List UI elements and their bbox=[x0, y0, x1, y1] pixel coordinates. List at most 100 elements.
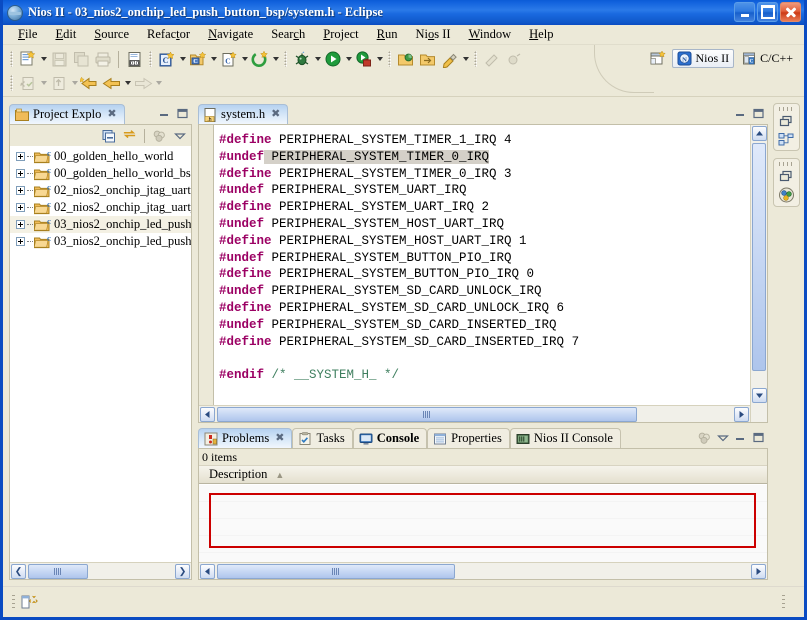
hscroll-thumb[interactable] bbox=[28, 564, 88, 579]
outline-view-icon[interactable] bbox=[778, 132, 795, 147]
problems-list[interactable] bbox=[199, 485, 767, 562]
drag-handle-dots[interactable] bbox=[779, 162, 794, 166]
drag-handle-dots[interactable] bbox=[779, 107, 794, 111]
new-wizard-dropdown[interactable] bbox=[39, 49, 48, 69]
open-element-dropdown[interactable] bbox=[209, 49, 218, 69]
expand-icon[interactable] bbox=[16, 152, 25, 161]
vscroll-thumb[interactable] bbox=[752, 143, 766, 371]
import-icon[interactable] bbox=[417, 49, 439, 70]
new-c-project-dropdown[interactable] bbox=[178, 49, 187, 69]
menu-search[interactable]: Search bbox=[262, 25, 314, 44]
maximize-icon[interactable] bbox=[751, 431, 766, 445]
menu-window[interactable]: Window bbox=[460, 25, 521, 44]
menu-navigate[interactable]: Navigate bbox=[199, 25, 262, 44]
status-bar-right-grip[interactable] bbox=[782, 594, 785, 610]
open-folder-icon[interactable] bbox=[395, 49, 417, 70]
problems-column-header[interactable]: Description ▲ bbox=[199, 465, 767, 484]
editor-text-area[interactable]: #define PERIPHERAL_SYSTEM_TIMER_1_IRQ 4 … bbox=[199, 125, 750, 405]
scroll-up-button[interactable] bbox=[752, 126, 767, 141]
editor-gutter[interactable] bbox=[199, 125, 214, 405]
view-menu-icon[interactable] bbox=[715, 431, 730, 445]
menu-file[interactable]: File bbox=[9, 25, 46, 44]
problems-hscrollbar[interactable] bbox=[199, 562, 767, 579]
tree-item-project[interactable]: C 02_nios2_onchip_jtag_uart bbox=[10, 182, 191, 199]
perspective-c-cpp[interactable]: C C/C++ bbox=[737, 49, 798, 68]
debug-icon[interactable] bbox=[291, 49, 313, 70]
new-wizard-icon[interactable] bbox=[17, 49, 39, 70]
perspective-nios-ii[interactable]: N Nios II bbox=[672, 49, 735, 68]
scroll-right-button[interactable] bbox=[734, 407, 749, 422]
close-button[interactable] bbox=[780, 2, 801, 22]
editor-vscrollbar[interactable] bbox=[750, 125, 767, 422]
restore-icon[interactable] bbox=[779, 170, 794, 183]
restore-icon[interactable] bbox=[779, 115, 794, 128]
build-dropdown[interactable] bbox=[271, 49, 280, 69]
tab-project-explorer[interactable]: Project Explo ✖ bbox=[9, 104, 125, 124]
expand-icon[interactable] bbox=[16, 203, 25, 212]
filter-icon[interactable] bbox=[152, 129, 167, 143]
scroll-right-button[interactable] bbox=[751, 564, 766, 579]
tab-problems[interactable]: Problems ✖ bbox=[198, 428, 293, 448]
scroll-down-button[interactable] bbox=[752, 388, 767, 403]
tree-item-project[interactable]: C 03_nios2_onchip_led_push_ bbox=[10, 216, 191, 233]
maximize-icon[interactable] bbox=[751, 107, 766, 121]
menu-help[interactable]: Help bbox=[520, 25, 562, 44]
toolbar-grip[interactable] bbox=[10, 51, 13, 67]
hscroll-thumb[interactable] bbox=[217, 407, 637, 422]
editor-source-code[interactable]: #define PERIPHERAL_SYSTEM_TIMER_1_IRQ 4 … bbox=[215, 125, 750, 405]
view-menu-icon[interactable] bbox=[172, 129, 187, 143]
open-perspective-icon[interactable] bbox=[647, 48, 669, 69]
minimize-icon[interactable] bbox=[157, 107, 172, 121]
maximize-button[interactable] bbox=[757, 2, 778, 22]
toolbar-grip[interactable] bbox=[284, 51, 287, 67]
link-with-editor-icon[interactable] bbox=[122, 129, 137, 143]
maximize-icon[interactable] bbox=[175, 107, 190, 121]
tab-system-h[interactable]: .h system.h ✖ bbox=[198, 104, 289, 124]
menu-source[interactable]: Source bbox=[85, 25, 138, 44]
new-c-file-icon[interactable]: C bbox=[218, 49, 240, 70]
toggle-binary-icon[interactable]: 010 bbox=[123, 49, 145, 70]
open-element-icon[interactable]: C bbox=[187, 49, 209, 70]
collapse-all-icon[interactable] bbox=[102, 129, 117, 143]
expand-icon[interactable] bbox=[16, 220, 25, 229]
back-icon[interactable] bbox=[101, 73, 123, 94]
editor-hscrollbar[interactable] bbox=[199, 405, 750, 422]
back-dropdown[interactable] bbox=[123, 73, 132, 93]
toolbar-grip[interactable] bbox=[10, 75, 13, 91]
menu-refactor[interactable]: Refactor bbox=[138, 25, 199, 44]
tree-item-project[interactable]: C 00_golden_hello_world bbox=[10, 148, 191, 165]
tab-console[interactable]: Console bbox=[352, 428, 428, 448]
tab-properties[interactable]: Properties bbox=[427, 428, 510, 448]
tab-tasks[interactable]: Tasks bbox=[292, 428, 353, 448]
minimize-button[interactable] bbox=[734, 2, 755, 22]
last-edit-location-icon[interactable] bbox=[79, 73, 101, 94]
project-explorer-tree[interactable]: C 00_golden_hello_world C bbox=[9, 146, 192, 580]
new-c-file-dropdown[interactable] bbox=[240, 49, 249, 69]
search-marker-icon[interactable] bbox=[439, 49, 461, 70]
hscroll-thumb[interactable] bbox=[217, 564, 455, 579]
scroll-left-button[interactable] bbox=[200, 407, 215, 422]
build-icon[interactable] bbox=[249, 49, 271, 70]
toolbar-grip[interactable] bbox=[474, 51, 477, 67]
expand-icon[interactable] bbox=[16, 186, 25, 195]
close-icon[interactable]: ✖ bbox=[107, 109, 116, 120]
minimize-icon[interactable] bbox=[733, 107, 748, 121]
expand-icon[interactable] bbox=[16, 237, 25, 246]
project-explorer-hscrollbar[interactable]: ❮ ❯ bbox=[10, 562, 191, 579]
new-c-project-icon[interactable]: C bbox=[156, 49, 178, 70]
tab-nios-ii-console[interactable]: Nios II Console bbox=[509, 428, 621, 448]
scroll-right-button[interactable]: ❯ bbox=[175, 564, 190, 579]
close-icon[interactable]: ✖ bbox=[275, 433, 284, 444]
search-marker-dropdown[interactable] bbox=[461, 49, 470, 69]
tree-item-project[interactable]: C 02_nios2_onchip_jtag_uart_ bbox=[10, 199, 191, 216]
minimize-icon[interactable] bbox=[733, 431, 748, 445]
close-icon[interactable]: ✖ bbox=[271, 109, 280, 120]
tree-item-project[interactable]: C 03_nios2_onchip_led_push_ bbox=[10, 233, 191, 250]
menu-project[interactable]: Project bbox=[314, 25, 367, 44]
filter-icon[interactable] bbox=[697, 431, 712, 445]
run-icon[interactable] bbox=[322, 49, 344, 70]
run-dropdown[interactable] bbox=[344, 49, 353, 69]
profile-icon[interactable] bbox=[353, 49, 375, 70]
menu-run[interactable]: Run bbox=[368, 25, 407, 44]
menu-edit[interactable]: Edit bbox=[46, 25, 85, 44]
